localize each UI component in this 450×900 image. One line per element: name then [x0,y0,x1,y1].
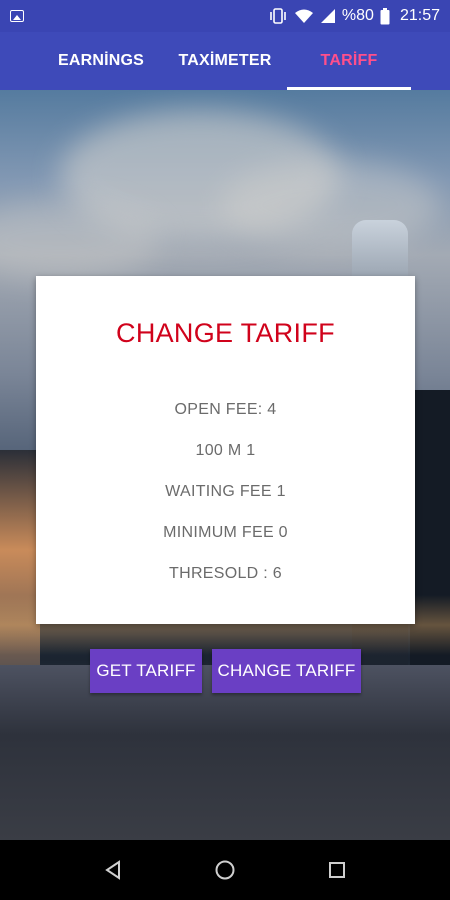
card-title: CHANGE TARIFF [116,318,335,348]
distance-fee-text: 100 M 1 [195,442,256,459]
signal-icon [320,9,335,23]
tab-taximeter[interactable]: TAXİMETER [163,32,287,90]
image-icon [10,10,24,22]
clock: 21:57 [399,7,440,24]
tab-bar: EARNİNGS TAXİMETER TARİFF [0,32,450,90]
open-fee-text: OPEN FEE: 4 [174,401,277,418]
recents-icon[interactable] [323,856,351,884]
tariff-card: CHANGE TARIFF OPEN FEE: 4 100 M 1 WAITIN… [36,276,415,624]
tab-tariff[interactable]: TARİFF [287,32,411,90]
wifi-icon [294,9,313,23]
status-bar: %80 21:57 [0,0,450,32]
battery-icon [380,7,390,24]
back-icon[interactable] [99,856,127,884]
navigation-bar [0,840,450,900]
home-icon[interactable] [211,856,239,884]
change-tariff-button[interactable]: CHANGE TARIFF [212,649,361,693]
battery-percent: %80 [341,7,374,24]
minimum-fee-text: MINIMUM FEE 0 [163,524,288,541]
tab-earnings[interactable]: EARNİNGS [39,32,163,90]
waiting-fee-text: WAITING FEE 1 [165,483,286,500]
get-tariff-button[interactable]: GET TARIFF [90,649,202,693]
vibrate-icon [270,8,286,24]
threshold-text: THRESOLD : 6 [169,565,282,582]
